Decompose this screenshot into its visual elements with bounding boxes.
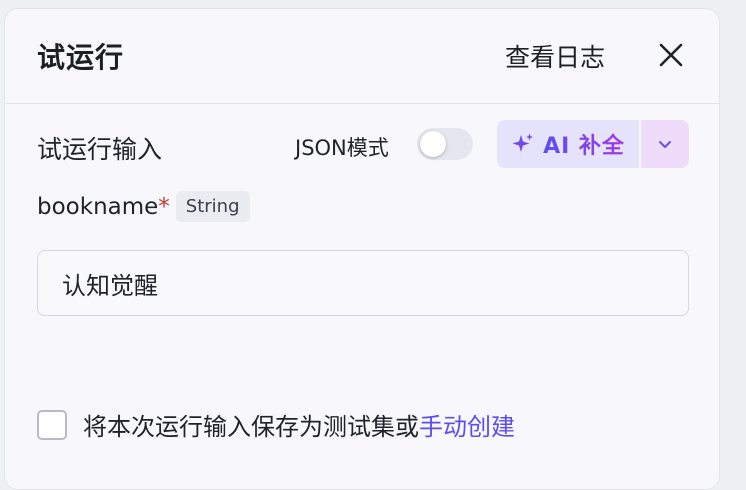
save-testset-label: 将本次运行输入保存为测试集或 bbox=[83, 413, 419, 441]
view-log-button[interactable]: 查看日志 bbox=[505, 38, 605, 74]
close-button[interactable] bbox=[655, 39, 687, 71]
manual-create-link[interactable]: 手动创建 bbox=[419, 407, 515, 442]
ai-complete-label: AI 补全 bbox=[543, 128, 625, 160]
panel-title: 试运行 bbox=[37, 41, 125, 74]
save-testset-row: 将本次运行输入保存为测试集或 手动创建 bbox=[37, 407, 515, 442]
json-mode-toggle[interactable] bbox=[417, 128, 473, 160]
test-run-panel: 试运行 查看日志 试运行输入 JSON模式 AI 补全 bookname * S… bbox=[4, 8, 720, 490]
field-name: bookname bbox=[37, 193, 159, 220]
ai-complete-dropdown[interactable] bbox=[641, 120, 689, 168]
json-mode-label: JSON模式 bbox=[295, 136, 389, 160]
chevron-down-icon bbox=[659, 141, 671, 148]
required-marker: * bbox=[158, 193, 170, 220]
sparkle-icon bbox=[512, 133, 534, 152]
field-label-row: bookname * String bbox=[37, 191, 250, 222]
ai-complete-button[interactable]: AI 补全 bbox=[497, 120, 639, 168]
panel-header: 试运行 查看日志 bbox=[5, 9, 719, 104]
toggle-knob bbox=[420, 131, 446, 157]
close-icon bbox=[659, 43, 683, 67]
save-testset-checkbox[interactable] bbox=[37, 409, 67, 440]
field-type-tag: String bbox=[175, 191, 250, 222]
section-label: 试运行输入 bbox=[37, 135, 163, 164]
bookname-input[interactable] bbox=[37, 250, 689, 316]
